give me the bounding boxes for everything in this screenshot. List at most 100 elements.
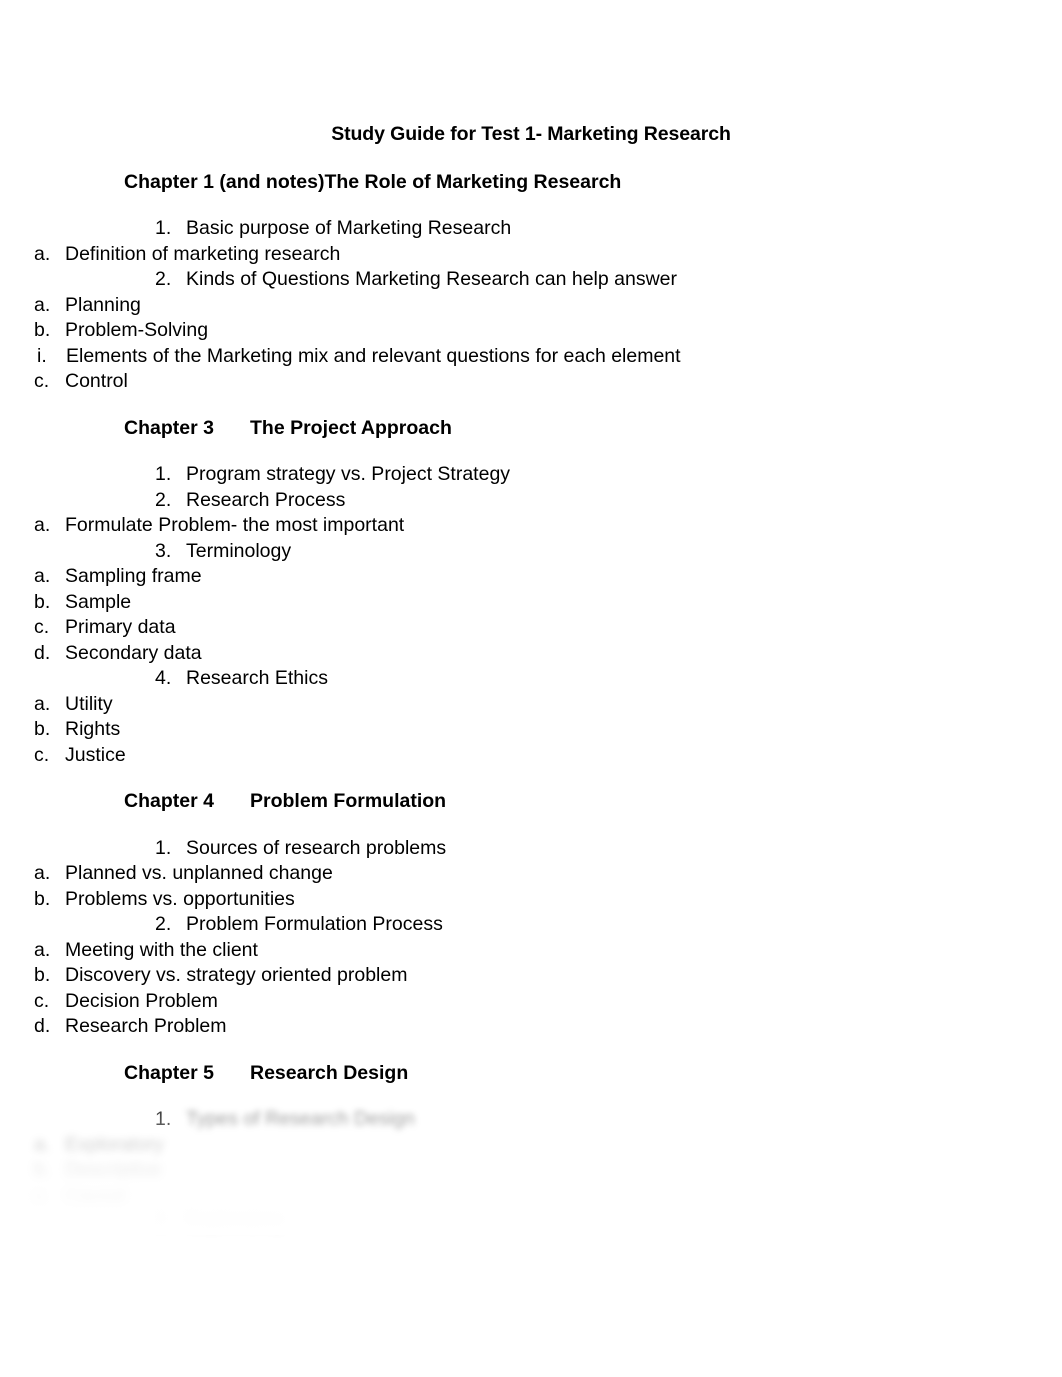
- obscured-preview-region: 1. Types of Research Design a. Explorato…: [0, 1084, 1062, 1235]
- list-item: b. Problems vs. opportunities: [0, 887, 1062, 913]
- list-item-label: Basic purpose of Marketing Research: [186, 217, 512, 239]
- list-item-label: Elements of the Marketing mix and releva…: [66, 344, 681, 367]
- list-marker: 2.: [155, 1210, 172, 1232]
- list-item: 1. Sources of research problems: [0, 836, 1062, 862]
- list-item-label: Primary data: [65, 616, 176, 638]
- list-marker: c.: [34, 989, 50, 1012]
- list-marker: 1.: [155, 1108, 172, 1130]
- list-marker: c.: [34, 370, 50, 392]
- list-item: b. Rights: [0, 717, 1062, 743]
- list-marker: 4.: [155, 667, 172, 689]
- list-marker: 2.: [155, 913, 172, 935]
- list-item-label: Research Process: [186, 488, 346, 511]
- list-marker: b.: [34, 319, 51, 341]
- list-marker: 1.: [155, 217, 172, 239]
- document-page: Study Guide for Test 1- Marketing Resear…: [0, 0, 1062, 1377]
- list-marker: b.: [34, 718, 51, 740]
- list-item-label: Definition of marketing research: [65, 242, 341, 265]
- outline-sublist: a. Planned vs. unplanned change b. Probl…: [0, 861, 1062, 912]
- list-item: a. Exploratory: [0, 1133, 1062, 1159]
- list-marker: c.: [34, 743, 50, 766]
- list-item: a. Utility: [0, 692, 1062, 718]
- list-marker: 1.: [155, 836, 172, 859]
- outline-sublist: a. Planning b. Problem-Solving i. Elemen…: [0, 293, 1062, 395]
- list-marker: d.: [34, 1015, 51, 1037]
- list-marker: a.: [34, 938, 51, 961]
- list-item-label: Control: [65, 370, 128, 392]
- list-marker: a.: [34, 293, 51, 316]
- outline-sublist: a. Definition of marketing research: [0, 242, 1062, 268]
- list-item-label: Research Ethics: [186, 667, 328, 689]
- list-item-label: Justice: [65, 743, 126, 766]
- chapter-label: Chapter 1 (and notes): [124, 170, 325, 193]
- list-item: a. Definition of marketing research: [0, 242, 1062, 268]
- list-marker: a.: [34, 242, 51, 265]
- list-marker: b.: [34, 964, 51, 986]
- list-item-label: Problems vs. opportunities: [65, 887, 295, 910]
- list-item: a. Planned vs. unplanned change: [0, 861, 1062, 887]
- chapter-label: Chapter 5: [124, 1061, 214, 1084]
- list-item: a. Planning: [0, 293, 1062, 319]
- outline-list-chapter-3: 1. Program strategy vs. Project Strategy…: [0, 462, 1062, 768]
- chapter-label: Chapter 4: [124, 790, 214, 812]
- document-body: Study Guide for Test 1- Marketing Resear…: [0, 0, 1062, 1235]
- list-item: b. Sample: [0, 590, 1062, 616]
- list-item: a. Meeting with the client: [0, 938, 1062, 964]
- list-item: b. Descriptive: [0, 1158, 1062, 1184]
- list-marker: d.: [34, 641, 51, 664]
- list-item-label: Meeting with the client: [65, 938, 258, 961]
- list-marker: 1.: [155, 463, 172, 485]
- list-item-label: Sampling frame: [65, 565, 202, 587]
- list-marker: 2.: [155, 268, 172, 290]
- list-item: c. Control: [0, 369, 1062, 395]
- chapter-title: The Project Approach: [250, 416, 452, 439]
- list-item: c. Decision Problem: [0, 989, 1062, 1015]
- outline-list-chapter-5: 1. Types of Research Design a. Explorato…: [0, 1107, 1062, 1235]
- list-item: b. Problem-Solving: [0, 318, 1062, 344]
- chapter-heading-1: Chapter 1 (and notes)The Role of Marketi…: [0, 170, 1062, 196]
- list-marker: a.: [34, 514, 51, 536]
- list-item-label: Planned vs. unplanned change: [65, 862, 333, 884]
- chapter-label: Chapter 3: [124, 416, 214, 439]
- list-item: 2. Kinds of Questions Marketing Research…: [0, 267, 1062, 293]
- list-marker: 2.: [155, 488, 172, 511]
- list-item-label: Sources of research problems: [186, 836, 447, 859]
- list-item: 4. Research Ethics: [0, 666, 1062, 692]
- list-item: 1. Program strategy vs. Project Strategy: [0, 462, 1062, 488]
- list-item: c. Justice: [0, 743, 1062, 769]
- list-item: a. Formulate Problem- the most important: [0, 513, 1062, 539]
- list-item-label: Exploratory: [65, 1133, 164, 1156]
- list-marker: a.: [34, 565, 51, 587]
- list-marker: a.: [34, 862, 51, 884]
- list-item-label: Formulate Problem- the most important: [65, 514, 405, 536]
- list-marker: b.: [34, 1159, 51, 1181]
- list-item-label: Rights: [65, 718, 121, 740]
- list-marker: i.: [37, 344, 47, 367]
- list-item: d. Research Problem: [0, 1014, 1062, 1040]
- list-item-label: Types of Research Design: [186, 1108, 415, 1130]
- chapter-heading-3: Chapter 3 The Project Approach: [0, 416, 1062, 442]
- list-item-label: Program strategy vs. Project Strategy: [186, 463, 511, 485]
- chapter-title: The Role of Marketing Research: [324, 170, 622, 193]
- outline-subsublist: i. Elements of the Marketing mix and rel…: [0, 344, 1062, 370]
- outline-sublist: a. Utility b. Rights c. Justice: [0, 692, 1062, 769]
- list-item: b. Discovery vs. strategy oriented probl…: [0, 963, 1062, 989]
- list-marker: a.: [34, 1133, 51, 1156]
- outline-sublist: a. Meeting with the client b. Discovery …: [0, 938, 1062, 1040]
- list-item-label: Kinds of Questions Marketing Research ca…: [186, 268, 678, 290]
- list-item-label: Problem Formulation Process: [186, 913, 443, 935]
- list-item-label: Sample: [65, 590, 132, 613]
- list-item: 2. Problem Formulation Process: [0, 912, 1062, 938]
- list-item-label: Decision Problem: [65, 989, 218, 1012]
- list-item-label: Exploratory: [186, 1210, 285, 1232]
- chapter-title: Problem Formulation: [250, 790, 447, 812]
- page-title: Study Guide for Test 1- Marketing Resear…: [331, 123, 731, 145]
- list-item: 1. Basic purpose of Marketing Research: [0, 216, 1062, 242]
